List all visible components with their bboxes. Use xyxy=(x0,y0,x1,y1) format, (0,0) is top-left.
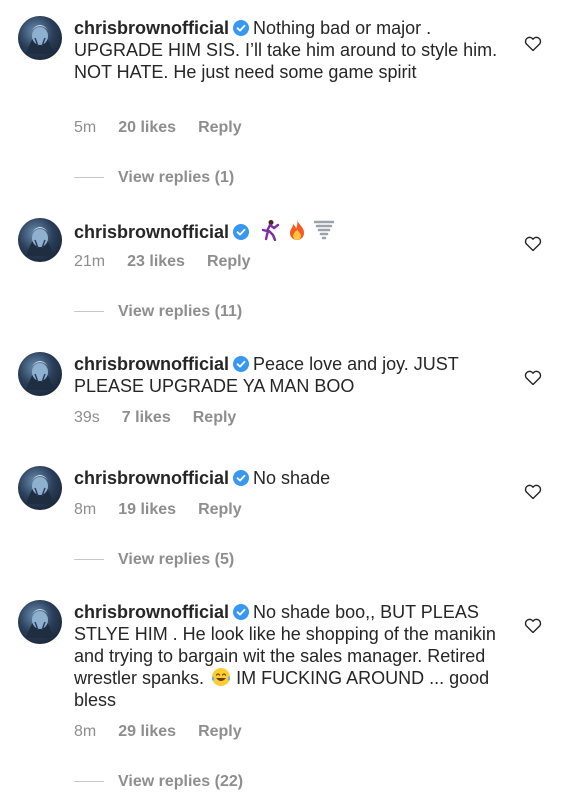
username-link[interactable]: chrisbrownofficial xyxy=(74,222,229,242)
verified-badge-icon xyxy=(233,20,250,36)
verified-badge-icon xyxy=(233,470,250,486)
comment-body: chrisbrownofficial No shade boo,, BUT PLE… xyxy=(74,601,514,711)
like-heart-icon[interactable] xyxy=(524,370,542,386)
divider-line xyxy=(74,311,104,313)
avatar[interactable] xyxy=(18,218,62,262)
timestamp: 8m xyxy=(74,723,97,740)
divider-line xyxy=(74,177,104,179)
like-heart-icon[interactable] xyxy=(524,484,542,500)
reply-button[interactable]: Reply xyxy=(198,501,242,518)
timestamp: 5m xyxy=(74,119,97,136)
timestamp: 8m xyxy=(74,501,97,518)
comment-meta: 39s 7 likes Reply xyxy=(74,409,258,427)
view-replies-label: View replies (1) xyxy=(118,169,235,186)
view-replies-button[interactable]: View replies (11) xyxy=(74,303,242,321)
view-replies-button[interactable]: View replies (1) xyxy=(74,169,234,187)
view-replies-label: View replies (11) xyxy=(118,303,243,320)
avatar[interactable] xyxy=(18,600,62,644)
comment-body: chrisbrownofficial Peace love and joy. JU… xyxy=(74,353,514,397)
comment-body: chrisbrownofficial xyxy=(74,219,514,243)
view-replies-label: View replies (22) xyxy=(118,773,244,790)
verified-badge-icon xyxy=(233,604,250,620)
view-replies-label: View replies (5) xyxy=(118,551,235,568)
laughing-tears-emoji-icon xyxy=(212,668,231,686)
avatar-image xyxy=(26,227,54,256)
like-heart-icon[interactable] xyxy=(524,618,542,634)
comment-meta: 8m 19 likes Reply xyxy=(74,501,264,519)
comment-body: chrisbrownofficial No shade xyxy=(74,467,514,489)
timestamp: 21m xyxy=(74,253,106,270)
reply-button[interactable]: Reply xyxy=(193,409,237,426)
reply-button[interactable]: Reply xyxy=(198,723,242,740)
timestamp: 39s xyxy=(74,409,100,426)
view-replies-button[interactable]: View replies (5) xyxy=(74,551,234,569)
comment-meta: 5m 20 likes Reply xyxy=(74,119,264,137)
view-replies-button[interactable]: View replies (22) xyxy=(74,773,243,791)
verified-badge-icon xyxy=(233,224,250,240)
comment-meta: 8m 29 likes Reply xyxy=(74,723,264,741)
divider-line xyxy=(74,559,104,561)
likes-count[interactable]: 20 likes xyxy=(118,119,176,136)
username-link[interactable]: chrisbrownofficial xyxy=(74,602,229,622)
reply-button[interactable]: Reply xyxy=(207,253,251,270)
likes-count[interactable]: 23 likes xyxy=(127,253,185,270)
reply-button[interactable]: Reply xyxy=(198,119,242,136)
comment-meta: 21m 23 likes Reply xyxy=(74,253,273,271)
avatar-image xyxy=(26,361,54,390)
comment-body: chrisbrownofficial Nothing bad or major .… xyxy=(74,17,514,83)
tornado-emoji-icon xyxy=(314,220,335,240)
likes-count[interactable]: 29 likes xyxy=(118,723,176,740)
verified-badge-icon xyxy=(233,356,250,372)
avatar-image xyxy=(26,609,54,638)
avatar[interactable] xyxy=(18,466,62,510)
avatar-image xyxy=(26,25,54,54)
avatar[interactable] xyxy=(18,352,62,396)
avatar[interactable] xyxy=(18,16,62,60)
like-heart-icon[interactable] xyxy=(524,236,542,252)
like-heart-icon[interactable] xyxy=(524,36,542,52)
avatar-image xyxy=(26,475,54,504)
likes-count[interactable]: 7 likes xyxy=(122,409,171,426)
username-link[interactable]: chrisbrownofficial xyxy=(74,354,229,374)
dancer-emoji-icon xyxy=(261,220,280,241)
likes-count[interactable]: 19 likes xyxy=(118,501,176,518)
fire-emoji-icon xyxy=(290,220,305,240)
divider-line xyxy=(74,781,104,783)
username-link[interactable]: chrisbrownofficial xyxy=(74,18,229,38)
username-link[interactable]: chrisbrownofficial xyxy=(74,468,229,488)
comment-text: No shade xyxy=(253,468,331,488)
